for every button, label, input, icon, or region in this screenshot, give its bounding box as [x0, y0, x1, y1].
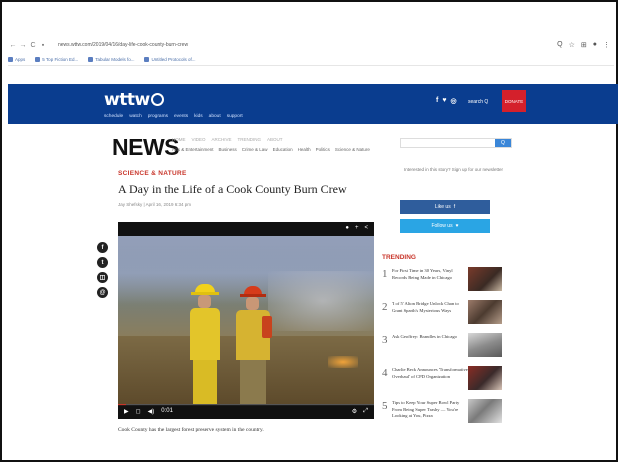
trending-thumbnail[interactable]	[468, 366, 502, 390]
twitter-follow-button[interactable]: Follow us ♥	[400, 219, 490, 233]
nav-about[interactable]: about	[209, 114, 221, 119]
category-science[interactable]: Science & Nature	[335, 147, 370, 152]
share-icons: f t ◫ @	[97, 242, 108, 298]
search-icon[interactable]: Q	[557, 41, 562, 49]
bookmark-item[interactable]: Tabular Models fo...	[88, 57, 134, 62]
profile-icon[interactable]: ●	[593, 41, 597, 49]
twitter-icon[interactable]: ♥	[442, 97, 446, 105]
article-title: A Day in the Life of a Cook County Burn …	[118, 182, 347, 196]
nav-support[interactable]: support	[227, 114, 243, 119]
bookmark-item[interactable]: Apps	[8, 57, 25, 62]
subnav-archive[interactable]: ARCHIVE	[212, 137, 232, 142]
firefighter-red-helmet	[232, 286, 272, 405]
bookmark-icon	[88, 57, 94, 62]
site-header: wttw schedule watch programs events kids…	[8, 84, 618, 124]
news-subnav: HOME VIDEO ARCHIVE TRENDING ABOUT	[172, 137, 283, 142]
bookmark-item[interactable]: Untitled Protocols of...	[144, 57, 196, 62]
donate-button[interactable]: DONATE	[502, 90, 526, 112]
info-icon[interactable]: ●	[345, 225, 349, 231]
category-arts[interactable]: Arts & Entertainment	[172, 147, 214, 152]
trending-thumbnail[interactable]	[468, 399, 502, 423]
url-text[interactable]: news.wttw.com/2019/04/16/day-life-cook-c…	[58, 42, 188, 48]
trending-thumbnail[interactable]	[468, 267, 502, 291]
list-item[interactable]: 1 For First Time in 30 Years, Vinyl Reco…	[382, 266, 506, 298]
instagram-icon[interactable]: ◎	[451, 97, 457, 105]
list-item[interactable]: 4 Charlie Beck Announces 'Transformative…	[382, 365, 506, 397]
settings-icon[interactable]: ⚙	[352, 408, 357, 415]
fullscreen-icon[interactable]: ⤢	[363, 408, 368, 415]
article-byline: Jay Shefsky | April 16, 2019 6:34 pm	[118, 202, 191, 207]
news-categories: Arts & Entertainment Business Crime & La…	[172, 147, 370, 152]
facebook-icon[interactable]: f	[436, 97, 438, 105]
category-education[interactable]: Education	[273, 147, 293, 152]
video-time: 0:01	[161, 408, 173, 414]
subnav-trending[interactable]: TRENDING	[238, 137, 262, 142]
bookmarks-bar: Apps 5 Top Fiction Ed... Tabular Models …	[8, 54, 614, 66]
fire	[328, 356, 358, 368]
video-frame	[118, 236, 374, 405]
newsletter-link[interactable]: Interested in this story? Sign up for ou…	[404, 167, 503, 172]
section-label[interactable]: SCIENCE & NATURE	[118, 170, 187, 177]
bookmark-icon	[35, 57, 41, 62]
social-links: f ♥ ◎	[436, 97, 457, 105]
video-caption: Cook County has the largest forest prese…	[118, 427, 264, 433]
browser-url-bar[interactable]: ← → C ▪ news.wttw.com/2019/04/16/day-lif…	[8, 38, 614, 52]
bookmark-item[interactable]: 5 Top Fiction Ed...	[35, 57, 78, 62]
news-search-button[interactable]: Q	[495, 139, 511, 147]
nav-kids[interactable]: kids	[194, 114, 203, 119]
list-item[interactable]: 2 'I of 5' Alton Bridge Unlock Chan to G…	[382, 299, 506, 331]
list-item[interactable]: 3 Ask Geoffrey: Brandles in Chicago	[382, 332, 506, 364]
news-search-input[interactable]: Q	[400, 138, 512, 148]
main-nav: schedule watch programs events kids abou…	[104, 114, 243, 119]
trending-list: 1 For First Time in 30 Years, Vinyl Reco…	[382, 266, 506, 431]
back-icon[interactable]: ←	[8, 42, 18, 49]
video-controls: ▶ ◻ ◀) 0:01 ⚙ ⤢	[118, 405, 374, 419]
category-health[interactable]: Health	[298, 147, 311, 152]
cc-icon[interactable]: ◻	[136, 408, 141, 415]
category-crime[interactable]: Crime & Law	[242, 147, 268, 152]
lock-icon: ▪	[41, 41, 45, 49]
news-heading[interactable]: NEWS	[112, 134, 180, 161]
bookmark-icon	[144, 57, 150, 62]
nav-programs[interactable]: programs	[148, 114, 168, 119]
extension-icon[interactable]: ⊞	[581, 41, 587, 49]
header-search[interactable]: search Q	[468, 99, 488, 105]
nav-watch[interactable]: watch	[129, 114, 142, 119]
nav-schedule[interactable]: schedule	[104, 114, 123, 119]
play-icon[interactable]: ▶	[124, 408, 129, 415]
trending-thumbnail[interactable]	[468, 300, 502, 324]
list-item[interactable]: 5 Tips to Keep Your Super Bowl Party Fro…	[382, 398, 506, 430]
category-politics[interactable]: Politics	[316, 147, 330, 152]
share-icon[interactable]: +	[355, 225, 359, 231]
twitter-icon: ♥	[455, 223, 459, 229]
trending-heading: TRENDING	[382, 254, 416, 261]
facebook-like-button[interactable]: Like us f	[400, 200, 490, 214]
flipboard-icon[interactable]: ◫	[97, 272, 108, 283]
subnav-home[interactable]: HOME	[172, 137, 186, 142]
email-icon[interactable]: @	[97, 287, 108, 298]
reload-icon[interactable]: C	[28, 42, 38, 49]
screenshot-frame: ← → C ▪ news.wttw.com/2019/04/16/day-lif…	[0, 0, 618, 462]
menu-icon[interactable]: ⋮	[603, 41, 610, 49]
smoke	[268, 271, 374, 331]
twitter-icon[interactable]: t	[97, 257, 108, 268]
search-icon: Q	[484, 99, 489, 105]
forward-icon[interactable]: →	[18, 42, 28, 49]
nav-events[interactable]: events	[174, 114, 188, 119]
apps-icon	[8, 57, 13, 62]
wttw-logo[interactable]: wttw	[104, 90, 164, 110]
logo-circle-icon	[150, 93, 164, 106]
subnav-video[interactable]: VIDEO	[192, 137, 206, 142]
category-business[interactable]: Business	[219, 147, 237, 152]
video-player[interactable]: ● + < ▶ ◻ ◀) 0:01 ⚙ ⤢	[118, 222, 374, 419]
firefighter-yellow-helmet	[188, 284, 222, 405]
video-top-bar: ● + <	[118, 222, 374, 236]
subnav-about[interactable]: ABOUT	[267, 137, 283, 142]
facebook-icon: f	[453, 204, 456, 210]
facebook-icon[interactable]: f	[97, 242, 108, 253]
expand-icon[interactable]: <	[364, 225, 368, 231]
volume-icon[interactable]: ◀)	[148, 408, 155, 415]
star-icon[interactable]: ☆	[569, 41, 575, 49]
trending-thumbnail[interactable]	[468, 333, 502, 357]
